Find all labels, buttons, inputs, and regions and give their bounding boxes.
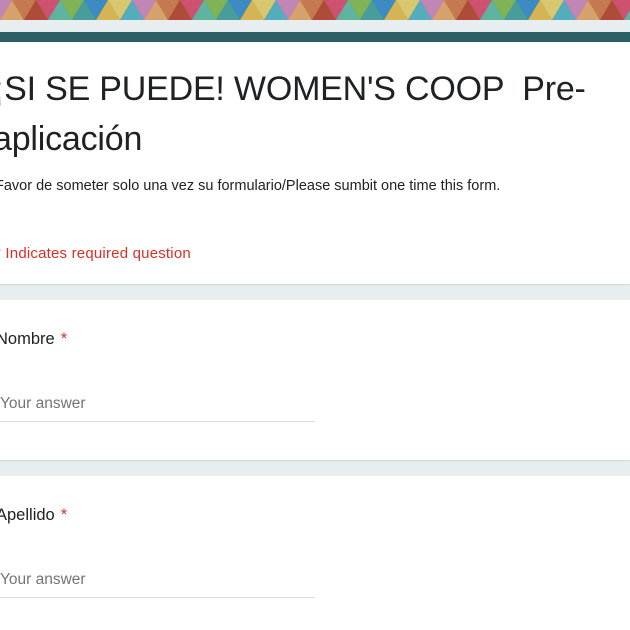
question-label-apellido: Apellido * [0, 506, 67, 525]
nombre-answer-input[interactable] [0, 390, 315, 422]
form-description: Favor de someter solo una vez su formula… [0, 178, 501, 194]
question-label-nombre: Nombre * [0, 330, 67, 349]
banner-gap [0, 20, 630, 32]
header-banner-pattern [0, 0, 630, 20]
question-title: Apellido [0, 506, 55, 524]
question-title: Nombre [0, 330, 55, 348]
required-asterisk: * [60, 506, 68, 524]
required-asterisk: * [60, 330, 68, 348]
question-card-apellido: Apellido * [0, 476, 630, 630]
banner-triangles [0, 0, 630, 20]
required-note-card: * Indicates required question [0, 229, 630, 284]
question-card-nombre: Nombre * [0, 300, 630, 460]
form-title: ¡SI SE PUEDE! WOMEN'S COOP Pre-aplicació… [0, 70, 586, 158]
apellido-answer-input[interactable] [0, 566, 315, 598]
required-question-note: * Indicates required question [0, 245, 191, 262]
form-header-card: ¡SI SE PUEDE! WOMEN'S COOP Pre-aplicació… [0, 32, 630, 237]
